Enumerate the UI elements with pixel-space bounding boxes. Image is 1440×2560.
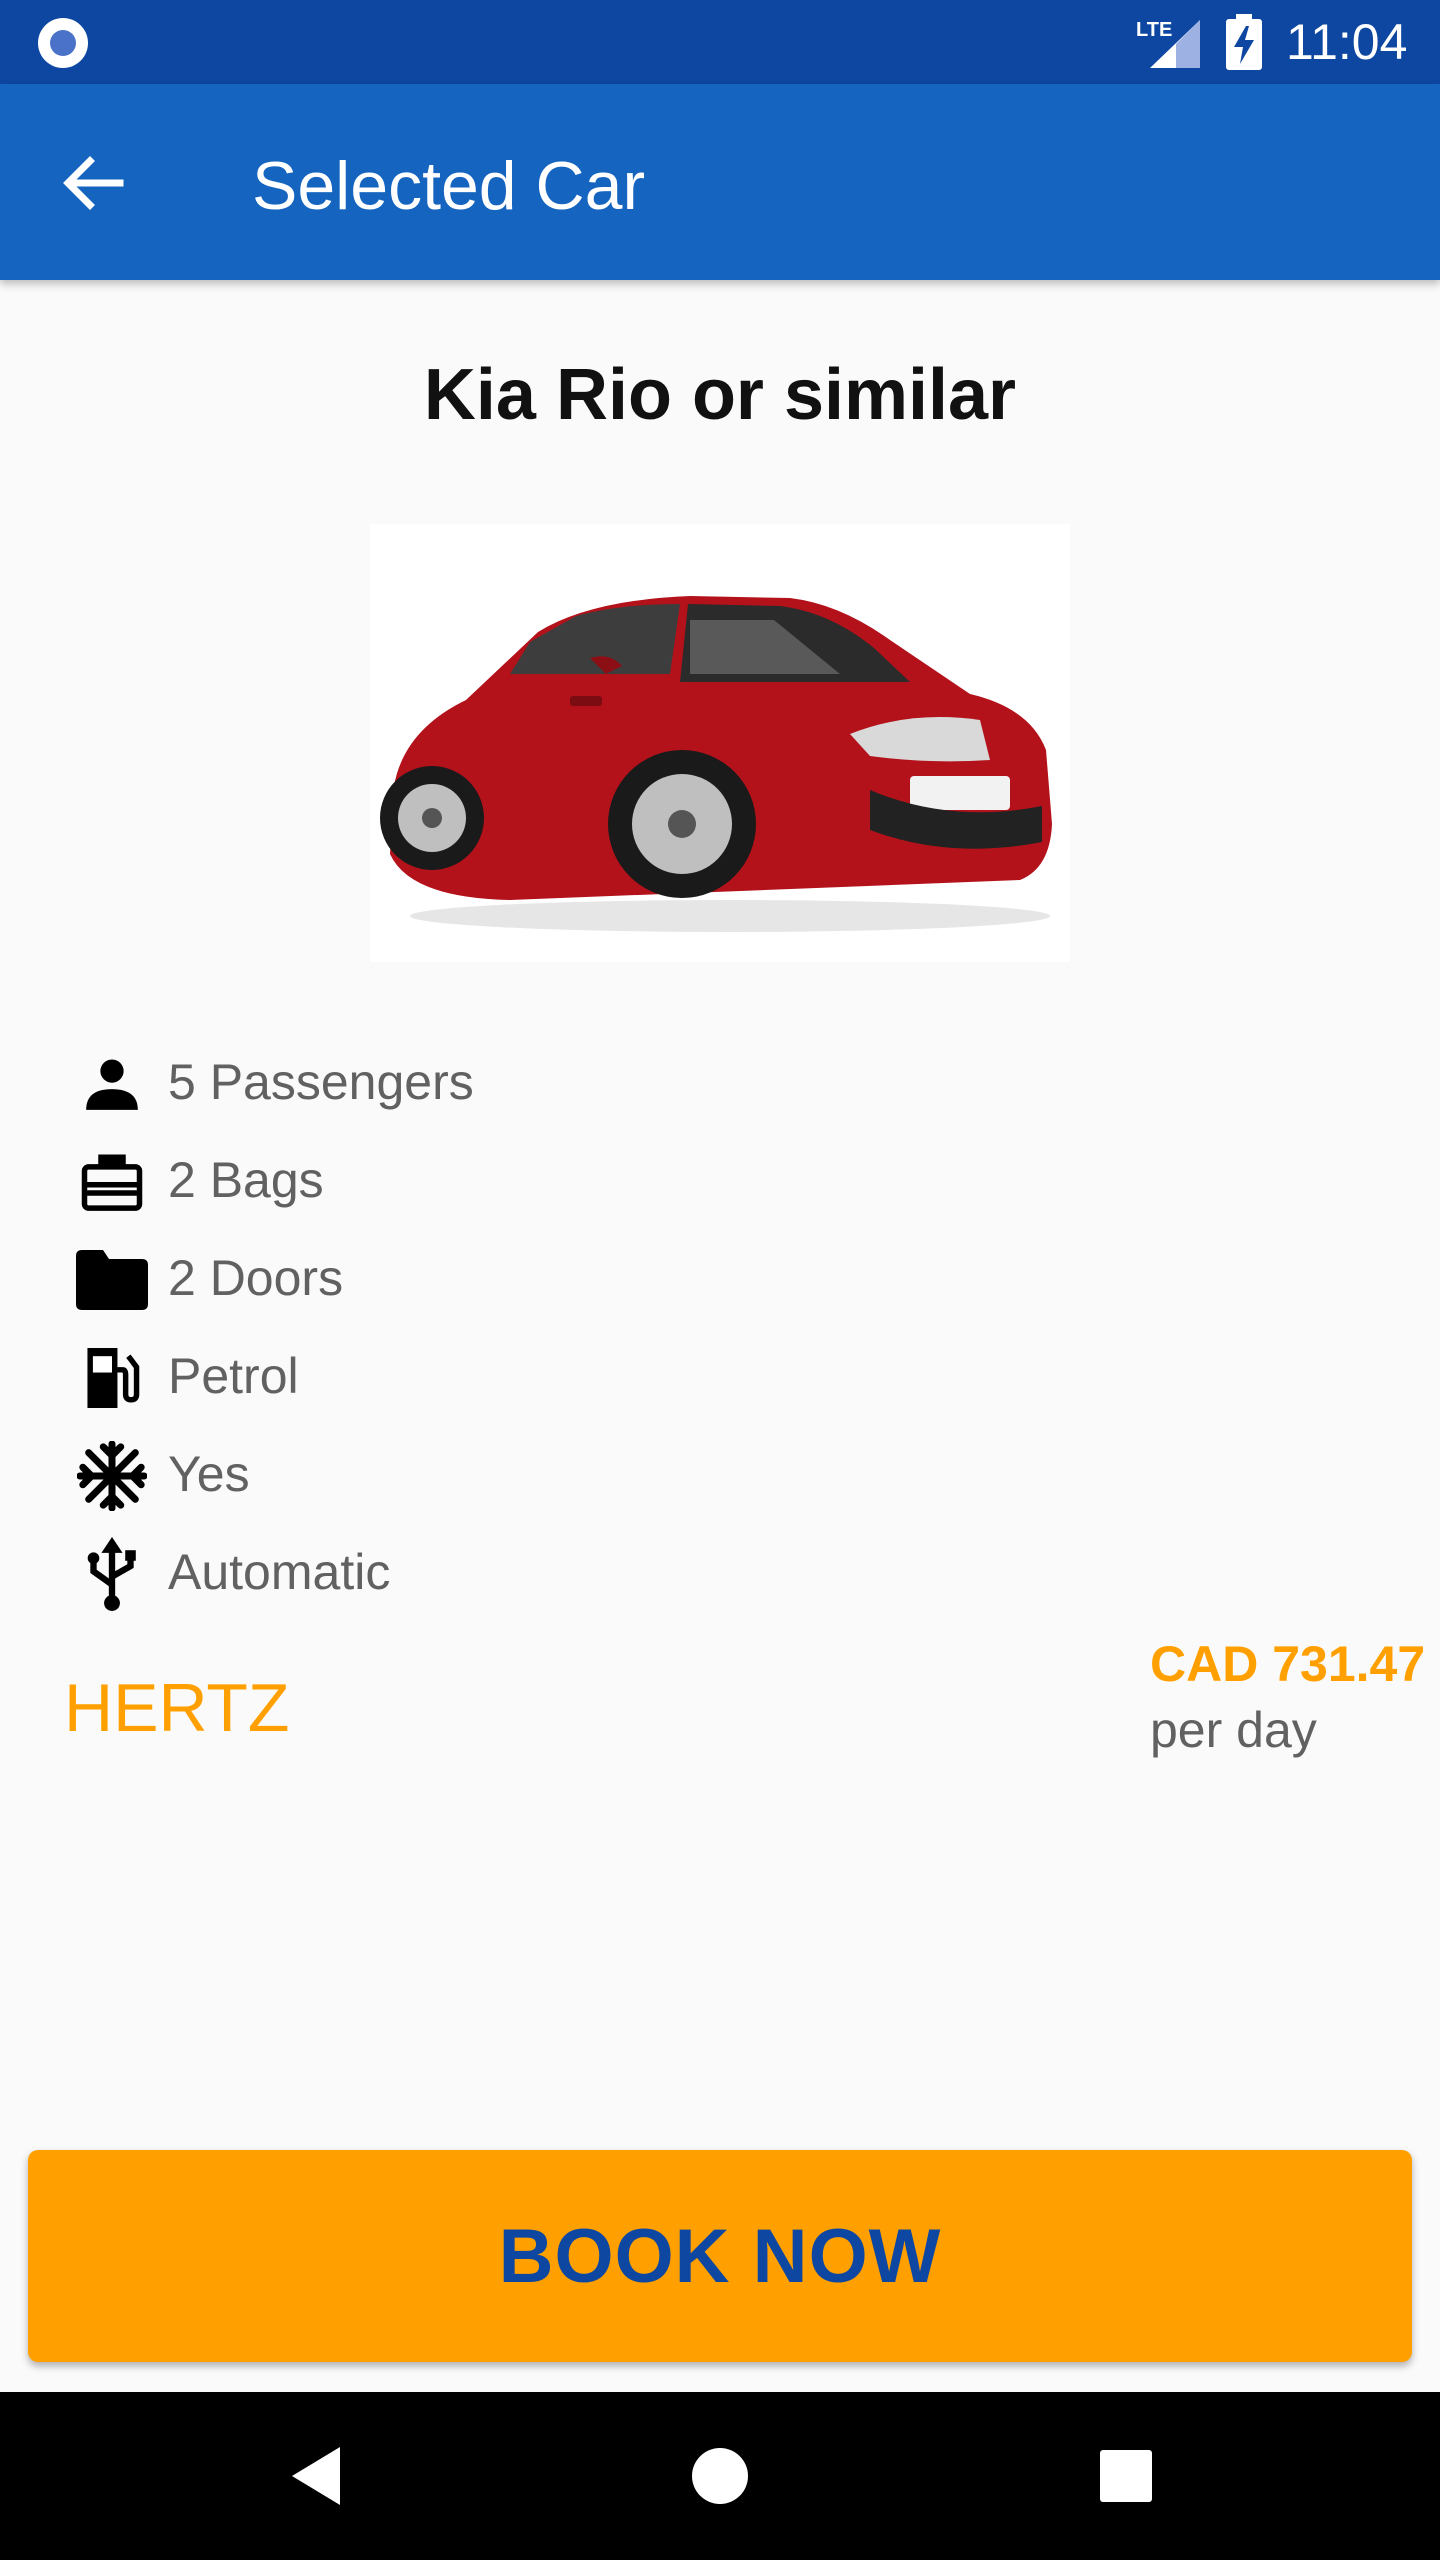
fuel-pump-icon [76, 1342, 148, 1414]
feature-fuel: Petrol [76, 1334, 676, 1414]
lte-signal-icon: LTE [1136, 19, 1200, 68]
feature-label: 5 Passengers [168, 1054, 474, 1110]
triangle-back-icon [292, 2447, 340, 2505]
feature-label: Petrol [168, 1348, 299, 1404]
nav-recents-button[interactable] [1086, 2436, 1166, 2516]
feature-doors: 2 Doors [76, 1236, 676, 1316]
status-time: 11:04 [1286, 14, 1408, 70]
arrow-back-icon [63, 156, 124, 210]
car-image [370, 524, 1070, 962]
status-bar: LTE 11:04 [0, 0, 1440, 84]
feature-label: Yes [168, 1446, 250, 1502]
app-bar: Selected Car [0, 84, 1440, 280]
usb-icon [76, 1537, 148, 1611]
snowflake-icon [76, 1440, 148, 1512]
book-now-button[interactable]: BOOK NOW [28, 2150, 1412, 2362]
folder-icon [76, 1244, 148, 1316]
svg-text:LTE: LTE [1136, 19, 1172, 41]
car-name: Kia Rio or similar [423, 355, 1017, 435]
feature-label: Automatic [168, 1544, 391, 1600]
notification-dot-icon [38, 18, 88, 68]
briefcase-icon [76, 1146, 148, 1218]
feature-passengers: 5 Passengers [76, 1040, 676, 1120]
feature-ac: Yes [76, 1432, 676, 1512]
feature-label: 2 Bags [168, 1152, 324, 1208]
vendor-name: HERTZ [64, 1670, 290, 1746]
circle-home-icon [692, 2448, 748, 2504]
person-icon [76, 1048, 148, 1120]
car-illustration [380, 596, 1052, 932]
feature-bags: 2 Bags [76, 1138, 676, 1218]
battery-charging-icon [1226, 14, 1262, 70]
feature-label: 2 Doors [168, 1250, 344, 1306]
nav-back-button[interactable] [276, 2436, 356, 2516]
price-amount: CAD 731.47 [1150, 1636, 1426, 1692]
feature-transmission: Automatic [76, 1530, 676, 1611]
system-nav-bar [0, 2392, 1440, 2560]
square-recents-icon [1100, 2450, 1152, 2502]
nav-home-button[interactable] [680, 2436, 760, 2516]
price-period: per day [1150, 1702, 1317, 1758]
page-title: Selected Car [252, 148, 646, 224]
back-button[interactable] [58, 148, 128, 218]
